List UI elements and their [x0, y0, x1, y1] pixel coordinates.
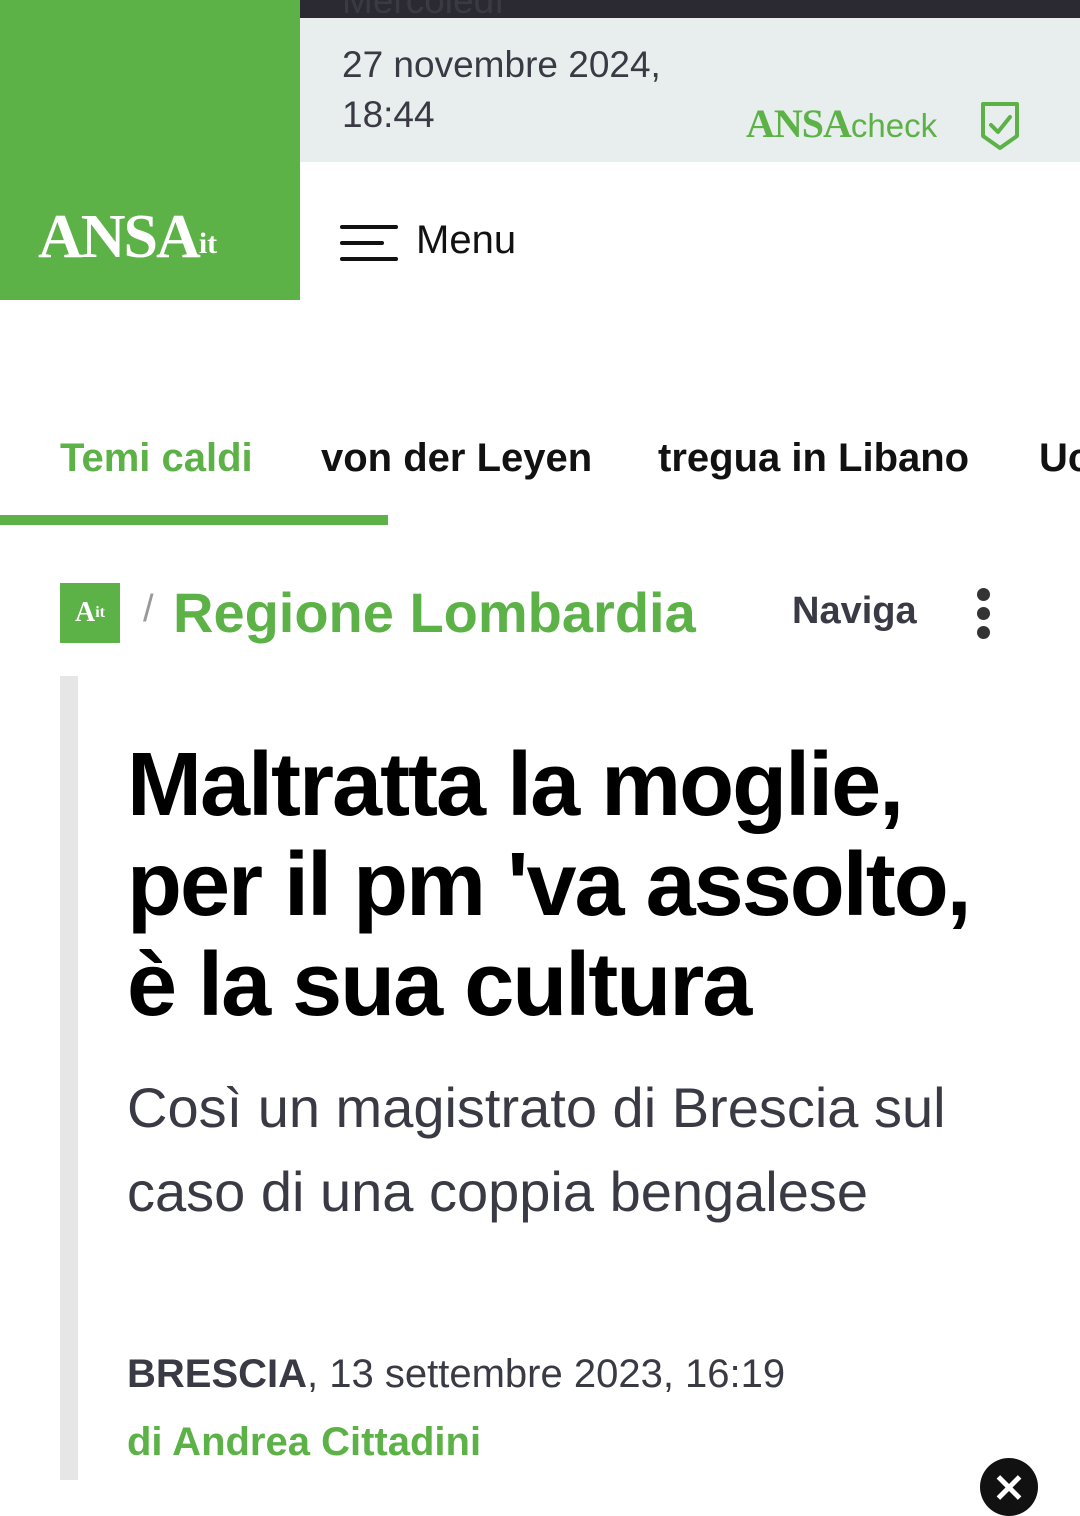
shield-check-icon: [981, 102, 1019, 150]
hot-topics-bar: Temi caldi von der Leyen tregua in Liban…: [0, 430, 1080, 490]
article-subtitle: Così un magistrato di Brescia sul caso d…: [127, 1076, 946, 1223]
current-time: 18:44: [342, 94, 435, 135]
topic-von-der-leyen[interactable]: von der Leyen: [321, 430, 592, 486]
hamburger-icon: [340, 217, 400, 263]
naviga-button[interactable]: Naviga: [792, 590, 917, 633]
article-city: BRESCIA: [127, 1352, 308, 1396]
article-dateline: BRESCIA, 13 settembre 2023, 16:19: [127, 1352, 785, 1397]
article-byline[interactable]: di Andrea Cittadini: [127, 1420, 481, 1465]
menu-button[interactable]: Menu: [340, 212, 540, 268]
ansa-logo: ANSAit: [38, 203, 218, 271]
topic-tregua-in-libano[interactable]: tregua in Libano: [658, 430, 969, 486]
close-icon[interactable]: [980, 1458, 1038, 1516]
more-options-icon[interactable]: [973, 588, 995, 640]
date-weekday: Mercoledì: [342, 0, 504, 20]
current-date: 27 novembre 2024,: [342, 44, 661, 85]
article-left-rule: [60, 676, 78, 1480]
breadcrumb-separator: /: [143, 588, 154, 630]
topic-temi-caldi[interactable]: Temi caldi: [60, 430, 253, 486]
article-datetime: , 13 settembre 2023, 16:19: [307, 1352, 786, 1396]
article-headline: Maltratta la moglie, per il pm 'va assol…: [127, 735, 972, 1035]
ansa-small-logo[interactable]: Ait: [60, 583, 120, 643]
topic-ucraina[interactable]: Ucraina: [1039, 430, 1080, 486]
ansacheck-link[interactable]: ANSAcheck: [746, 104, 937, 144]
menu-label: Menu: [416, 217, 517, 262]
topics-active-underline: [0, 515, 388, 525]
section-title[interactable]: Regione Lombardia: [173, 582, 696, 644]
ansa-logo-block[interactable]: ANSAit: [0, 0, 300, 300]
